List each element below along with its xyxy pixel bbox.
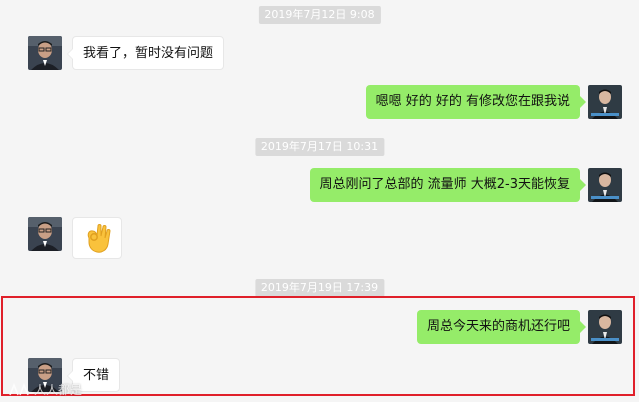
timestamp: 2019年7月17日 10:31 [254,138,385,156]
message-bubble-sent[interactable]: 周总今天来的商机还行吧 [416,310,587,344]
message-bubble-sent[interactable]: 周总刚问了总部的 流量师 大概2-3天能恢复 [309,168,586,202]
message-bubble-sent[interactable]: 嗯嗯 好的 好的 有修改您在跟我说 [365,85,587,119]
timestamp: 2019年7月12日 9:08 [258,6,381,24]
watermark-logo-icon [9,382,29,395]
watermark-text: 人人都是 [34,383,83,397]
timestamp: 2019年7月19日 17:39 [254,279,385,297]
watermark: 人人都是 [8,381,82,398]
ok-hand-emoji-icon [87,224,111,253]
user-avatar[interactable] [588,310,622,344]
contact-avatar[interactable] [28,36,62,70]
message-bubble-received[interactable] [72,217,122,259]
contact-avatar[interactable] [28,217,62,251]
user-avatar[interactable] [588,85,622,119]
user-avatar[interactable] [588,168,622,202]
message-bubble-received[interactable]: 我看了，暂时没有问题 [66,36,225,70]
